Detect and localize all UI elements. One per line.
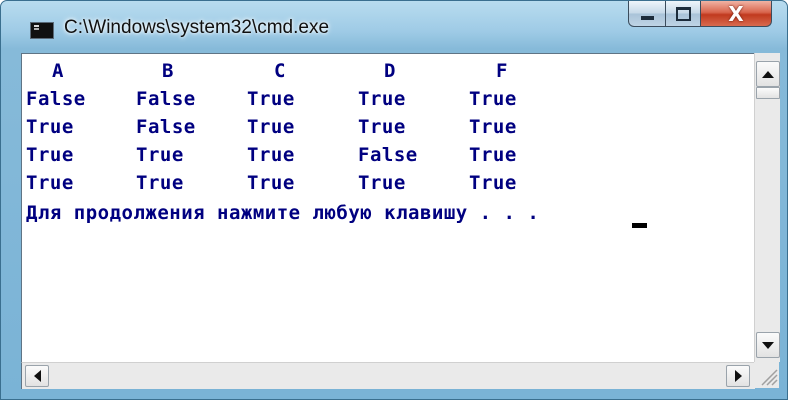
table-cell: True <box>247 144 295 166</box>
table-cell: True <box>358 172 406 194</box>
table-cell: False <box>26 88 86 110</box>
console-area: A B C D F False False True True True Tru… <box>21 53 788 396</box>
close-icon: X <box>728 1 744 26</box>
arrow-down-icon <box>762 341 774 349</box>
scroll-down-button[interactable] <box>756 332 780 358</box>
scroll-right-button[interactable] <box>726 365 750 387</box>
table-cell: False <box>358 144 418 166</box>
table-cell: True <box>247 172 295 194</box>
console-output[interactable]: A B C D F False False True True True Tru… <box>21 53 755 363</box>
minimize-icon <box>640 15 654 20</box>
horizontal-scrollbar[interactable] <box>21 362 755 389</box>
close-button[interactable]: X <box>700 1 772 27</box>
minimize-button[interactable] <box>628 1 666 27</box>
console-app-icon[interactable] <box>30 22 54 39</box>
arrow-right-icon <box>734 370 742 382</box>
maximize-button[interactable] <box>665 1 701 27</box>
title-bar[interactable]: C:\Windows\system32\cmd.exe X <box>1 1 787 51</box>
scroll-up-button[interactable] <box>756 61 780 87</box>
arrow-left-icon <box>33 370 41 382</box>
table-cell: True <box>469 116 517 138</box>
table-cell: True <box>358 116 406 138</box>
continue-prompt: Для продолжения нажмите любую клавишу . … <box>26 202 540 224</box>
vertical-scrollbar[interactable] <box>754 53 780 362</box>
table-cell: False <box>136 88 196 110</box>
vertical-scroll-thumb[interactable] <box>756 87 780 99</box>
table-cell: True <box>358 88 406 110</box>
resize-grip-icon <box>761 369 778 386</box>
table-cell: True <box>26 144 74 166</box>
table-cell: True <box>26 172 74 194</box>
table-cell: True <box>469 144 517 166</box>
header-cell: D <box>384 60 396 82</box>
maximize-icon <box>675 6 691 21</box>
header-cell: F <box>496 60 508 82</box>
arrow-up-icon <box>762 70 774 78</box>
table-cell: False <box>136 116 196 138</box>
table-cell: True <box>469 172 517 194</box>
header-cell: B <box>162 60 174 82</box>
header-cell: C <box>274 60 286 82</box>
table-cell: True <box>247 88 295 110</box>
table-cell: True <box>247 116 295 138</box>
scroll-left-button[interactable] <box>25 365 49 387</box>
table-cell: True <box>469 88 517 110</box>
text-cursor <box>632 223 647 228</box>
table-cell: True <box>26 116 74 138</box>
header-cell: A <box>52 60 64 82</box>
resize-grip[interactable] <box>754 362 779 388</box>
window-title: C:\Windows\system32\cmd.exe <box>64 17 330 38</box>
table-cell: True <box>136 172 184 194</box>
table-cell: True <box>136 144 184 166</box>
